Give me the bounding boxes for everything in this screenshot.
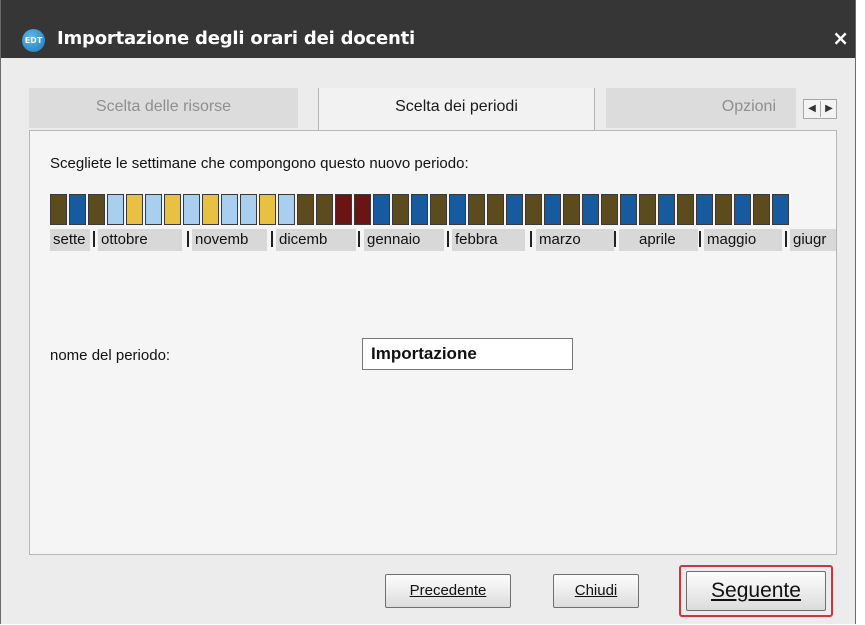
month-label: novemb xyxy=(192,229,267,251)
week-cell[interactable] xyxy=(468,194,485,225)
month-separator xyxy=(530,231,532,247)
week-cell[interactable] xyxy=(506,194,523,225)
month-label: ottobre xyxy=(98,229,182,251)
week-cell[interactable] xyxy=(145,194,162,225)
weeks-bar xyxy=(50,194,791,226)
week-cell[interactable] xyxy=(69,194,86,225)
month-separator xyxy=(187,231,189,247)
week-cell[interactable] xyxy=(411,194,428,225)
week-cell[interactable] xyxy=(715,194,732,225)
week-cell[interactable] xyxy=(221,194,238,225)
chevron-right-icon[interactable]: ▶ xyxy=(820,101,837,117)
week-cell[interactable] xyxy=(734,194,751,225)
week-cell[interactable] xyxy=(183,194,200,225)
tab-options[interactable]: Opzioni xyxy=(606,88,796,128)
week-cell[interactable] xyxy=(335,194,352,225)
import-dialog: EDT Importazione degli orari dei docenti… xyxy=(0,0,856,624)
week-cell[interactable] xyxy=(601,194,618,225)
week-cell[interactable] xyxy=(430,194,447,225)
month-separator xyxy=(447,231,449,247)
month-separator xyxy=(93,231,95,247)
previous-button-label: Precedente xyxy=(409,582,487,599)
week-cell[interactable] xyxy=(164,194,181,225)
edt-app-icon: EDT xyxy=(22,29,45,52)
week-cell[interactable] xyxy=(107,194,124,225)
month-separator xyxy=(699,231,701,247)
week-cell[interactable] xyxy=(240,194,257,225)
week-cell[interactable] xyxy=(88,194,105,225)
week-cell[interactable] xyxy=(696,194,713,225)
week-cell[interactable] xyxy=(316,194,333,225)
week-cell[interactable] xyxy=(259,194,276,225)
week-cell[interactable] xyxy=(50,194,67,225)
week-cell[interactable] xyxy=(126,194,143,225)
close-button-label: Chiudi xyxy=(574,582,618,599)
week-cell[interactable] xyxy=(373,194,390,225)
month-label: giugr xyxy=(790,229,836,251)
month-label: marzo xyxy=(536,229,614,251)
week-cell[interactable] xyxy=(772,194,789,225)
period-name-input[interactable]: Importazione xyxy=(362,338,573,370)
month-label: maggio xyxy=(704,229,782,251)
week-cell[interactable] xyxy=(392,194,409,225)
month-separator xyxy=(271,231,273,247)
week-cell[interactable] xyxy=(544,194,561,225)
week-cell[interactable] xyxy=(487,194,504,225)
month-label: febbra xyxy=(452,229,525,251)
week-cell[interactable] xyxy=(202,194,219,225)
close-icon[interactable]: × xyxy=(832,26,849,50)
month-label: gennaio xyxy=(364,229,444,251)
next-button-label: Seguente xyxy=(711,579,801,602)
week-cell[interactable] xyxy=(297,194,314,225)
week-cell[interactable] xyxy=(620,194,637,225)
month-separator xyxy=(614,231,616,247)
chevron-left-icon[interactable]: ◀ xyxy=(804,101,820,117)
month-separator xyxy=(785,231,787,247)
tab-scroll-buttons: ◀ ▶ xyxy=(803,99,837,119)
period-name-label: nome del periodo: xyxy=(50,347,171,364)
periods-panel: Scegliete le settimane che compongono qu… xyxy=(29,130,837,555)
week-cell[interactable] xyxy=(677,194,694,225)
week-cell[interactable] xyxy=(354,194,371,225)
week-cell[interactable] xyxy=(753,194,770,225)
tab-resources[interactable]: Scelta delle risorse xyxy=(29,88,298,128)
week-cell[interactable] xyxy=(658,194,675,225)
close-button[interactable]: Chiudi xyxy=(553,574,639,608)
week-cell[interactable] xyxy=(639,194,656,225)
next-button[interactable]: Seguente xyxy=(686,571,826,611)
title-bar: EDT Importazione degli orari dei docenti… xyxy=(1,0,855,58)
month-label: sette xyxy=(50,229,90,251)
week-cell[interactable] xyxy=(525,194,542,225)
month-label: dicemb xyxy=(276,229,356,251)
tab-periods[interactable]: Scelta dei periodi xyxy=(318,88,595,130)
week-cell[interactable] xyxy=(449,194,466,225)
tab-strip: Scelta delle risorse Scelta dei periodi … xyxy=(29,88,837,130)
instruction-text: Scegliete le settimane che compongono qu… xyxy=(50,155,469,172)
dialog-title: Importazione degli orari dei docenti xyxy=(57,28,415,49)
month-separator xyxy=(358,231,360,247)
week-cell[interactable] xyxy=(582,194,599,225)
previous-button[interactable]: Precedente xyxy=(385,574,511,608)
month-label: aprile xyxy=(619,229,698,251)
week-cell[interactable] xyxy=(563,194,580,225)
week-cell[interactable] xyxy=(278,194,295,225)
